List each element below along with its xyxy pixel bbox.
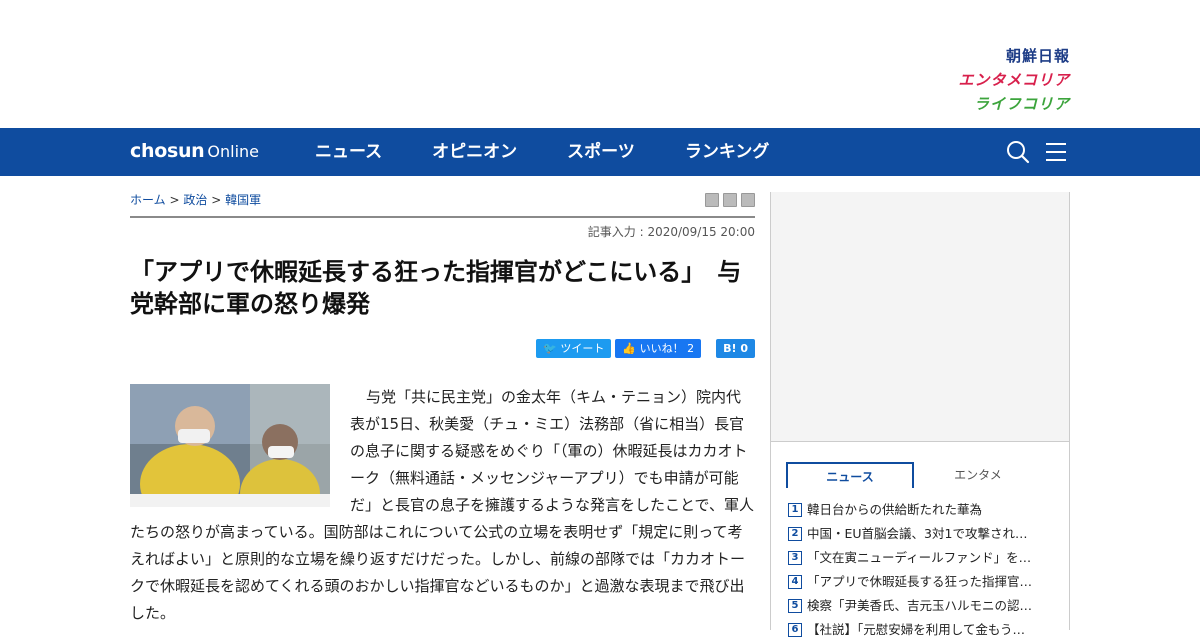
rank-number: 4	[788, 575, 802, 589]
search-icon[interactable]	[1006, 140, 1030, 164]
ranking-title: 中国・EU首脳会議、3対1で攻撃され…	[807, 526, 1028, 541]
article-dateline: 記事入力 : 2020/09/15 20:00	[587, 225, 755, 239]
print-icon[interactable]	[705, 193, 719, 207]
breadcrumb-separator: >	[169, 193, 180, 207]
ad-slot	[771, 192, 1069, 442]
tab-news[interactable]: ニュース	[786, 462, 914, 488]
breadcrumb-separator: >	[211, 193, 222, 207]
ranking-title: 韓日台からの供給断たれた華為	[807, 502, 983, 517]
ranking-item[interactable]: 6 【社説】「元慰安婦を利用して金もう…	[788, 618, 1048, 642]
like-label: いいね！ 2	[639, 342, 695, 355]
tweet-label: ツイート	[560, 342, 605, 355]
hatena-bookmark-button[interactable]: B! 0	[716, 339, 755, 358]
ranking-title: 検察「尹美香氏、吉元玉ハルモニの認…	[807, 598, 1033, 613]
header-divider	[130, 216, 755, 218]
tab-entame[interactable]: エンタメ	[914, 462, 1042, 488]
logo-light-text: Online	[207, 142, 260, 161]
breadcrumb: ホーム > 政治 > 韓国軍	[130, 191, 261, 208]
ranking-item[interactable]: 4 「アプリで休暇延長する狂った指揮官…	[788, 570, 1048, 594]
ranking-list: 1 韓日台からの供給断たれた華為 2 中国・EU首脳会議、3対1で攻撃され… 3 「文…	[788, 498, 1048, 642]
facebook-like-button[interactable]: 👍 いいね！ 2	[615, 339, 702, 358]
rank-number: 2	[788, 527, 802, 541]
ranking-tabs: ニュース エンタメ	[786, 462, 1042, 488]
nav-news[interactable]: ニュース	[290, 128, 407, 176]
ranking-title: 「アプリで休暇延長する狂った指揮官…	[807, 574, 1033, 589]
article-headline: 「アプリで休暇延長する狂った指揮官がどこにいる」 与党幹部に軍の怒り爆発	[130, 258, 742, 318]
brand-links: 朝鮮日報 エンタメコリア ライフコリア	[958, 44, 1070, 116]
hamburger-menu-icon[interactable]	[1044, 140, 1068, 164]
ranking-item[interactable]: 5 検察「尹美香氏、吉元玉ハルモニの認…	[788, 594, 1048, 618]
rank-number: 3	[788, 551, 802, 565]
brand-life-korea-link[interactable]: ライフコリア	[958, 92, 1070, 116]
share-buttons: 🐦 ツイート 👍 いいね！ 2 B! 0	[536, 339, 755, 358]
article-tools	[705, 193, 755, 207]
nav-sports[interactable]: スポーツ	[542, 128, 660, 176]
top-header: 朝鮮日報 エンタメコリア ライフコリア	[0, 0, 1200, 128]
brand-chosun-ilbo-link[interactable]: 朝鮮日報	[958, 44, 1070, 68]
ranking-item[interactable]: 1 韓日台からの供給断たれた華為	[788, 498, 1048, 522]
rank-number: 5	[788, 599, 802, 613]
breadcrumb-politics[interactable]: 政治	[183, 193, 207, 207]
logo-bold-text: chosun	[130, 140, 205, 162]
ranking-item[interactable]: 2 中国・EU首脳会議、3対1で攻撃され…	[788, 522, 1048, 546]
ranking-title: 【社説】「元慰安婦を利用して金もう…	[807, 622, 1026, 637]
nav-menu: ニュース オピニオン スポーツ ランキング	[290, 128, 794, 176]
photo-spacer	[130, 384, 350, 519]
site-logo[interactable]: chosun Online	[130, 140, 259, 162]
twitter-icon: 🐦	[543, 342, 561, 355]
thumbs-up-icon: 👍	[622, 342, 640, 355]
breadcrumb-military[interactable]: 韓国軍	[225, 193, 261, 207]
nav-ranking[interactable]: ランキング	[660, 128, 795, 176]
rank-number: 6	[788, 623, 802, 637]
brand-entame-korea-link[interactable]: エンタメコリア	[958, 68, 1070, 92]
rank-number: 1	[788, 503, 802, 517]
nav-opinion[interactable]: オピニオン	[407, 128, 542, 176]
back-icon[interactable]	[741, 193, 755, 207]
main-nav: chosun Online ニュース オピニオン スポーツ ランキング	[0, 128, 1200, 176]
breadcrumb-home[interactable]: ホーム	[130, 193, 166, 207]
ranking-title: 「文在寅ニューディールファンド」を…	[807, 550, 1032, 565]
text-size-icon[interactable]	[723, 193, 737, 207]
nav-icons	[1006, 140, 1068, 164]
sidebar: ニュース エンタメ 1 韓日台からの供給断たれた華為 2 中国・EU首脳会議、3対1…	[770, 192, 1070, 637]
article-body: 与党「共に民主党」の金太年（キム・テニョン）院内代表が15日、秋美愛（チュ・ミエ…	[130, 384, 755, 627]
tweet-button[interactable]: 🐦 ツイート	[536, 339, 612, 358]
ranking-item[interactable]: 3 「文在寅ニューディールファンド」を…	[788, 546, 1048, 570]
